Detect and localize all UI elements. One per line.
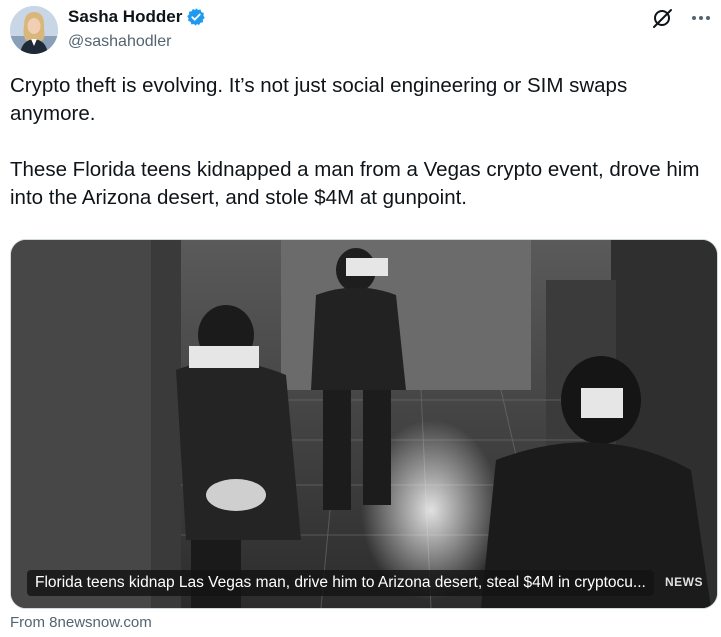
news-logo: NEWS (665, 575, 703, 589)
media-caption: Florida teens kidnap Las Vegas man, driv… (35, 574, 646, 591)
tweet-text: Crypto theft is evolving. It’s not just … (10, 74, 700, 209)
header-actions (651, 6, 713, 30)
verified-badge-icon (186, 7, 206, 27)
avatar[interactable] (10, 6, 58, 54)
author-name-row: Sasha Hodder (68, 7, 206, 27)
grok-icon[interactable] (651, 6, 675, 30)
author-handle[interactable]: @sashahodler (68, 33, 171, 51)
link-source[interactable]: From 8newsnow.com (10, 614, 152, 631)
media-card[interactable]: Florida teens kidnap Las Vegas man, driv… (10, 239, 718, 609)
tweet-header: Sasha Hodder @sashahodler (0, 0, 721, 60)
more-horizontal-icon[interactable] (689, 6, 713, 30)
media-caption-box: Florida teens kidnap Las Vegas man, driv… (27, 570, 654, 596)
author-display-name[interactable]: Sasha Hodder (68, 7, 182, 27)
surveillance-image (11, 240, 717, 608)
